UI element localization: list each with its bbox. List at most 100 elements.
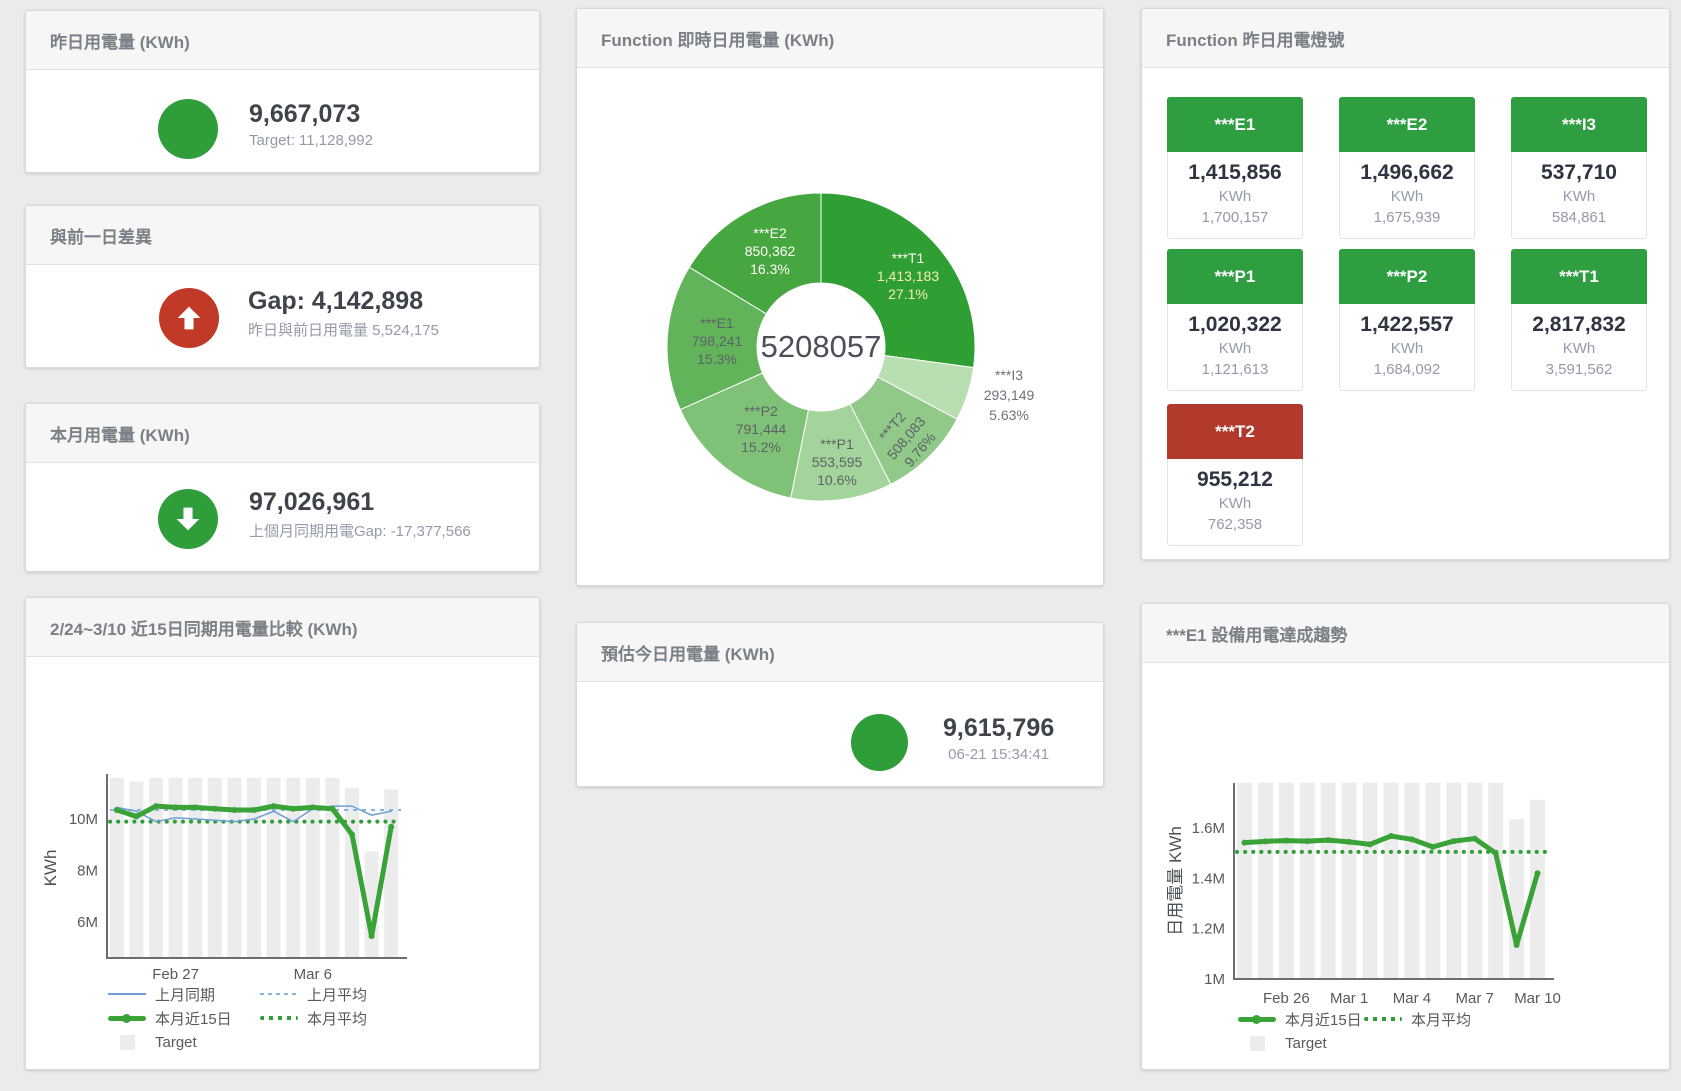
stat-value: Gap: 4,142,898 <box>248 286 439 316</box>
donut-label-e1: ***E1 798,241 15.3% <box>692 314 743 368</box>
panel-title: Function 昨日用電燈號 <box>1166 26 1344 51</box>
svg-text:1.6M: 1.6M <box>1192 820 1225 837</box>
tile-target: 1,700,157 <box>1168 207 1302 228</box>
legend-label: 上月同期 <box>155 984 215 1005</box>
light-tile-t1: ***T1 2,817,832 KWh 3,591,562 <box>1511 249 1647 391</box>
tile-value: 1,422,557 <box>1340 312 1474 338</box>
panel-realtime-donut: Function 即時日用電量 (KWh) 5208057 ***T1 1,41… <box>576 8 1104 586</box>
panel-title: 預估今日用電量 (KWh) <box>601 640 775 665</box>
tile-body: 1,415,856 KWh 1,700,157 <box>1167 152 1303 239</box>
panel-header: 與前一日差異 <box>26 206 539 265</box>
tile-unit: KWh <box>1168 338 1302 359</box>
legend-row: 本月近15日 本月平均 <box>1238 1011 1471 1027</box>
tile-value: 2,817,832 <box>1512 312 1646 338</box>
stat-text: 9,667,073 Target: 11,128,992 <box>249 99 373 149</box>
panel-header: 本月用電量 (KWh) <box>26 404 539 463</box>
target-bar-swatch-icon <box>108 1035 146 1050</box>
tile-unit: KWh <box>1340 186 1474 207</box>
stat-text: 97,026,961 上個月同期用電Gap: -17,377,566 <box>249 487 471 541</box>
tile-value: 1,496,662 <box>1340 160 1474 186</box>
panel-lights: Function 昨日用電燈號 ***E1 1,415,856 KWh 1,70… <box>1141 8 1670 560</box>
tile-header: ***P1 <box>1167 249 1303 304</box>
svg-text:Mar 4: Mar 4 <box>1393 990 1431 1007</box>
tile-body: 1,422,557 KWh 1,684,092 <box>1339 304 1475 391</box>
panel-title: 本月用電量 (KWh) <box>50 421 190 446</box>
green-dotted-swatch-icon <box>260 1011 298 1026</box>
legend-label: 本月近15日 <box>155 1008 232 1029</box>
target-bar-swatch-icon <box>1238 1036 1276 1051</box>
svg-text:Mar 6: Mar 6 <box>294 966 332 983</box>
light-tile-e2: ***E2 1,496,662 KWh 1,675,939 <box>1339 97 1475 239</box>
svg-text:8M: 8M <box>77 863 98 880</box>
compare-chart-legend: 上月同期 上月平均 本月近15日 本月平均 Target <box>108 986 367 1058</box>
legend-item: 上月同期 <box>108 984 260 1005</box>
svg-text:6M: 6M <box>77 914 98 931</box>
light-tile-p2: ***P2 1,422,557 KWh 1,684,092 <box>1339 249 1475 391</box>
legend-item: 本月平均 <box>260 1008 367 1029</box>
tile-header: ***P2 <box>1339 249 1475 304</box>
legend-item: 上月平均 <box>260 984 367 1005</box>
blue-dashed-swatch-icon <box>260 987 298 1002</box>
trend-line-bar-chart[interactable]: 1M1.2M1.4M1.6MFeb 26Mar 1Mar 4Mar 7Mar 1… <box>1142 604 1671 1071</box>
panel-title: 昨日用電量 (KWh) <box>50 28 190 53</box>
tile-target: 1,684,092 <box>1340 359 1474 380</box>
tile-target: 1,121,613 <box>1168 359 1302 380</box>
legend-label: Target <box>1285 1035 1327 1052</box>
stat-text: 9,615,796 06-21 15:34:41 <box>943 713 1054 763</box>
legend-row: Target <box>1238 1035 1471 1051</box>
stat-value: 9,615,796 <box>943 713 1054 743</box>
tile-value: 1,415,856 <box>1168 160 1302 186</box>
legend-item: Target <box>1238 1035 1327 1052</box>
tile-body: 537,710 KWh 584,861 <box>1511 152 1647 239</box>
svg-text:1.2M: 1.2M <box>1192 921 1225 938</box>
trend-chart-legend: 本月近15日 本月平均 Target <box>1238 1011 1471 1059</box>
donut-label-p2: ***P2 791,444 15.2% <box>736 402 787 456</box>
panel-day-gap: 與前一日差異 Gap: 4,142,898 昨日與前日用電量 5,524,175 <box>25 205 540 368</box>
donut-label-i3: ***I3 293,149 5.63% <box>984 365 1035 425</box>
panel-header: 預估今日用電量 (KWh) <box>577 623 1103 682</box>
tile-unit: KWh <box>1512 186 1646 207</box>
stat-subtitle: 昨日與前日用電量 5,524,175 <box>248 319 439 340</box>
tile-header: ***T2 <box>1167 404 1303 459</box>
legend-item: 本月平均 <box>1364 1009 1471 1030</box>
tile-unit: KWh <box>1168 493 1302 514</box>
light-tile-e1: ***E1 1,415,856 KWh 1,700,157 <box>1167 97 1303 239</box>
donut-label-e2: ***E2 850,362 16.3% <box>745 224 796 278</box>
red-up-arrow-icon <box>159 288 219 348</box>
legend-row: Target <box>108 1034 367 1050</box>
green-dotted-swatch-icon <box>1364 1012 1402 1027</box>
tile-body: 1,020,322 KWh 1,121,613 <box>1167 304 1303 391</box>
panel-header: 昨日用電量 (KWh) <box>26 11 539 70</box>
panel-estimate-today: 預估今日用電量 (KWh) 9,615,796 06-21 15:34:41 <box>576 622 1104 787</box>
stat-value: 97,026,961 <box>249 487 471 517</box>
tile-unit: KWh <box>1168 186 1302 207</box>
tile-target: 762,358 <box>1168 514 1302 535</box>
tile-value: 955,212 <box>1168 467 1302 493</box>
tile-value: 537,710 <box>1512 160 1646 186</box>
light-tile-t2: ***T2 955,212 KWh 762,358 <box>1167 404 1303 546</box>
tile-body: 955,212 KWh 762,358 <box>1167 459 1303 546</box>
tile-unit: KWh <box>1512 338 1646 359</box>
tile-target: 584,861 <box>1512 207 1646 228</box>
panel-compare-chart: 2/24~3/10 近15日同期用電量比較 (KWh) 6M8M10MFeb 2… <box>25 597 540 1070</box>
legend-item: Target <box>108 1034 197 1051</box>
tile-target: 3,591,562 <box>1512 359 1646 380</box>
legend-item: 本月近15日 <box>1238 1009 1364 1030</box>
tile-body: 1,496,662 KWh 1,675,939 <box>1339 152 1475 239</box>
panel-trend-chart: ***E1 設備用電達成趨勢 1M1.2M1.4M1.6MFeb 26Mar 1… <box>1141 603 1670 1070</box>
blue-line-swatch-icon <box>108 987 146 1002</box>
green-down-arrow-icon <box>158 489 218 549</box>
stat-subtitle: Target: 11,128,992 <box>249 132 373 149</box>
svg-text:1M: 1M <box>1204 971 1225 988</box>
legend-row: 本月近15日 本月平均 <box>108 1010 367 1026</box>
svg-text:Mar 10: Mar 10 <box>1514 990 1561 1007</box>
donut-chart[interactable] <box>577 9 1105 587</box>
tile-header: ***T1 <box>1511 249 1647 304</box>
light-tile-p1: ***P1 1,020,322 KWh 1,121,613 <box>1167 249 1303 391</box>
green-status-circle-icon <box>158 99 218 159</box>
svg-text:Feb 27: Feb 27 <box>152 966 199 983</box>
donut-label-t1: ***T1 1,413,183 27.1% <box>877 249 939 303</box>
legend-label: 本月平均 <box>1411 1009 1471 1030</box>
panel-title: 與前一日差異 <box>50 223 152 248</box>
panel-yesterday-usage: 昨日用電量 (KWh) 9,667,073 Target: 11,128,992 <box>25 10 540 173</box>
